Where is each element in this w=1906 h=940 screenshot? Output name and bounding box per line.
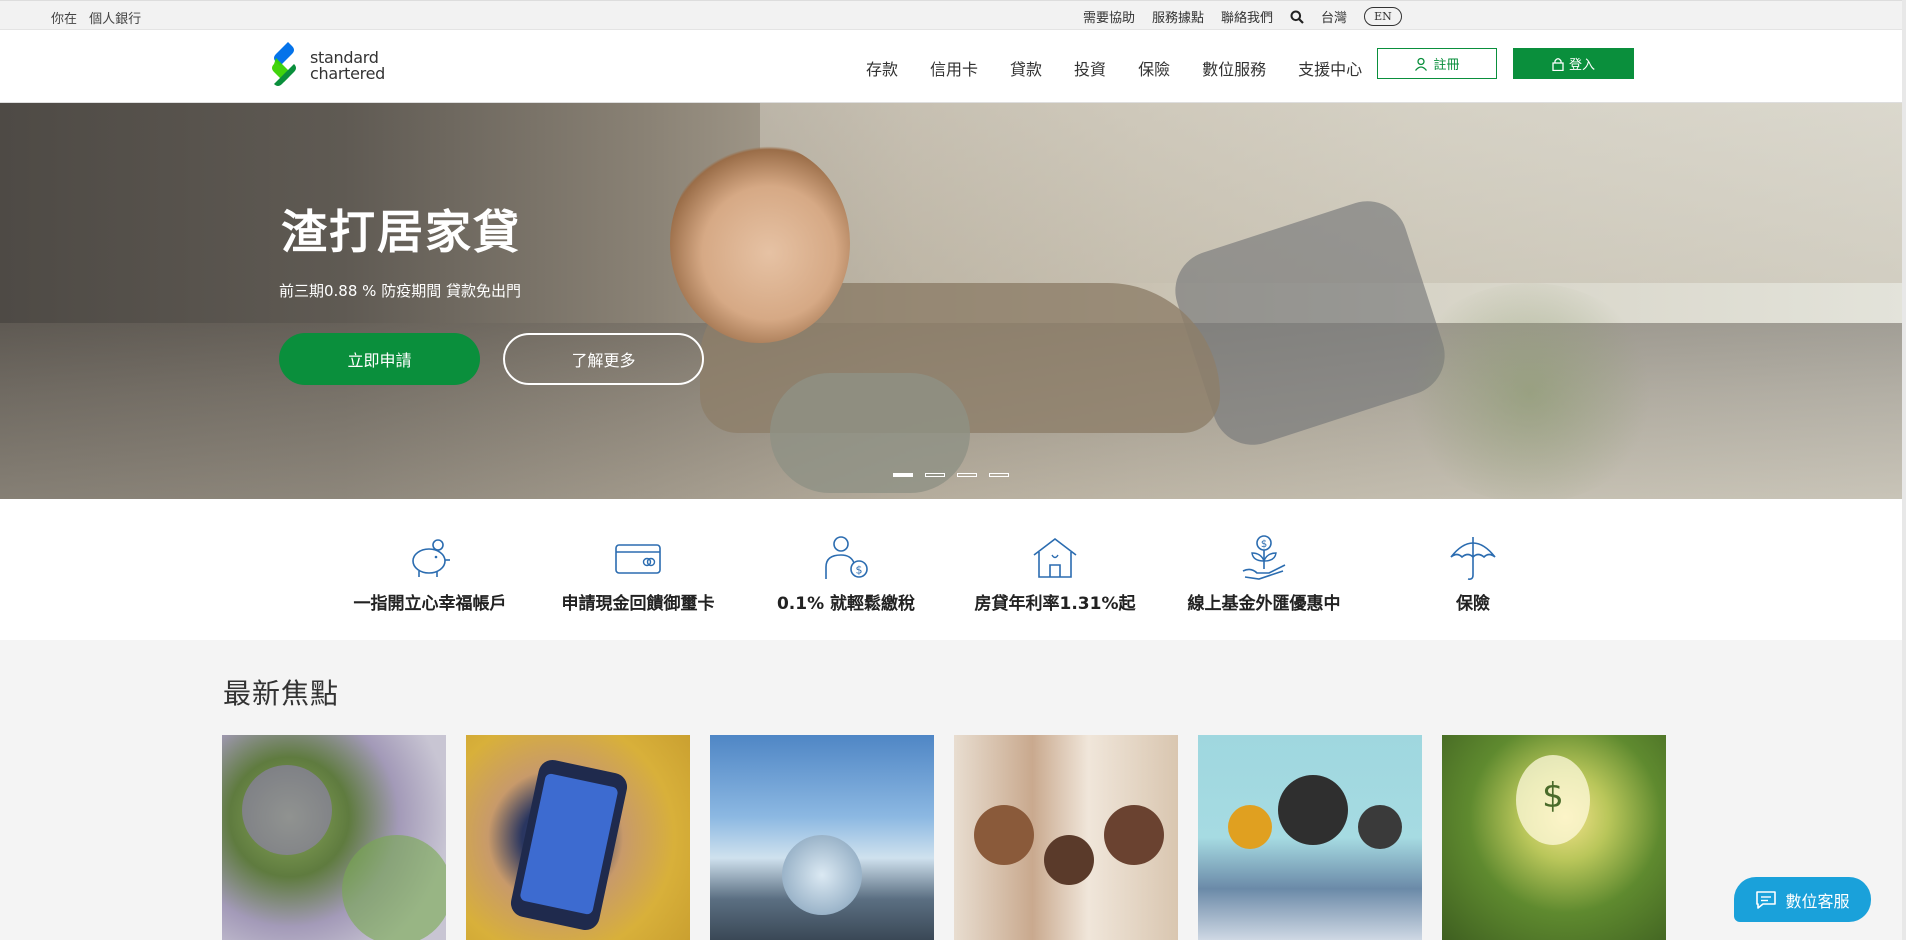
money-plant-icon: $ <box>1242 535 1286 580</box>
quick-link-mortgage-rate[interactable]: 房貸年利率1.31%起 <box>955 533 1155 614</box>
latest-focus-heading: 最新焦點 <box>223 677 340 710</box>
main-nav: 存款 信用卡 貸款 投資 保險 數位服務 支援中心 <box>866 56 1362 80</box>
scrollbar[interactable] <box>1902 0 1906 940</box>
card-image-flowers <box>242 765 332 855</box>
quick-link-label: 線上基金外匯優惠中 <box>1187 594 1341 614</box>
nav-item-deposits[interactable]: 存款 <box>866 56 898 80</box>
brand-logo[interactable]: standard chartered <box>268 40 385 92</box>
register-label: 註冊 <box>1433 58 1460 73</box>
breadcrumb-prefix: 你在 <box>51 12 78 27</box>
logo-wordmark: standard chartered <box>310 50 385 82</box>
focus-card-2[interactable] <box>466 735 690 940</box>
nav-item-insurance[interactable]: 保險 <box>1138 56 1170 80</box>
breadcrumb: 你在 個人銀行 <box>51 8 149 27</box>
locations-link[interactable]: 服務據點 <box>1152 7 1204 26</box>
quick-link-cashback-card[interactable]: 申請現金回饋御璽卡 <box>538 533 738 614</box>
logo-line-2: chartered <box>310 64 385 83</box>
carousel-dot-4[interactable] <box>989 473 1009 477</box>
svg-text:$: $ <box>856 564 863 577</box>
focus-card-5[interactable] <box>1198 735 1422 940</box>
nav-item-credit-cards[interactable]: 信用卡 <box>930 56 978 80</box>
quick-link-label: 保險 <box>1456 594 1490 614</box>
logo-mark-icon <box>272 42 296 86</box>
search-icon[interactable] <box>1290 10 1304 24</box>
piggy-bank-icon <box>412 539 450 577</box>
quick-link-happy-account[interactable]: 一指開立心幸福帳戶 <box>330 533 530 614</box>
card-image-woman-3 <box>1104 805 1164 865</box>
learn-more-button[interactable]: 了解更多 <box>503 333 704 385</box>
user-icon <box>1415 57 1428 71</box>
focus-card-3[interactable] <box>710 735 934 940</box>
carousel-dot-2[interactable] <box>925 473 945 477</box>
svg-text:$: $ <box>1261 539 1267 550</box>
card-image-man <box>1278 775 1348 845</box>
credit-card-icon <box>615 544 661 574</box>
nav-item-investment[interactable]: 投資 <box>1074 56 1106 80</box>
main-header: standard chartered 存款 信用卡 貸款 投資 保險 數位服務 … <box>0 30 1906 103</box>
card-image-worker-2 <box>1358 805 1402 849</box>
contact-link[interactable]: 聯絡我們 <box>1221 7 1273 26</box>
quick-link-label: 申請現金回饋御璽卡 <box>561 594 715 614</box>
card-image-glass-ball <box>782 835 862 915</box>
help-link[interactable]: 需要協助 <box>1083 7 1135 26</box>
quick-link-insurance[interactable]: 保險 <box>1373 533 1573 614</box>
person-dollar-icon: $ <box>825 536 868 579</box>
apply-now-button[interactable]: 立即申請 <box>279 333 480 385</box>
carousel-dot-3[interactable] <box>957 473 977 477</box>
quick-link-tax-payment[interactable]: $ 0.1% 就輕鬆繳稅 <box>746 533 946 614</box>
card-image-worker-1 <box>1228 805 1272 849</box>
carousel-indicators <box>893 473 1009 477</box>
nav-item-digital-services[interactable]: 數位服務 <box>1202 56 1266 80</box>
hero-title: 渣打居家貸 <box>281 205 521 259</box>
utility-links: 需要協助 服務據點 聯絡我們 台灣 EN <box>1083 7 1402 26</box>
umbrella-icon <box>1450 537 1496 580</box>
register-button[interactable]: 註冊 <box>1377 48 1497 79</box>
login-button[interactable]: 登入 <box>1513 48 1634 79</box>
quick-link-label: 0.1% 就輕鬆繳稅 <box>776 594 916 614</box>
nav-item-support[interactable]: 支援中心 <box>1298 56 1362 80</box>
breadcrumb-current[interactable]: 個人銀行 <box>89 12 141 27</box>
focus-card-6[interactable]: $ <box>1442 735 1666 940</box>
quick-link-label: 房貸年利率1.31%起 <box>974 594 1136 614</box>
card-image-woman-1 <box>974 805 1034 865</box>
svg-text:$: $ <box>1542 776 1564 815</box>
region-link[interactable]: 台灣 <box>1321 7 1347 26</box>
hero-banner: 渣打居家貸 前三期0.88 % 防疫期間 貸款免出門 立即申請 了解更多 <box>0 103 1906 499</box>
hero-image-face <box>670 143 850 343</box>
focus-card-4[interactable] <box>954 735 1178 940</box>
quick-link-label: 一指開立心幸福帳戶 <box>353 594 507 614</box>
language-toggle[interactable]: EN <box>1364 7 1402 26</box>
quick-link-fund-fx[interactable]: $ 線上基金外匯優惠中 <box>1164 533 1364 614</box>
hero-subtitle: 前三期0.88 % 防疫期間 貸款免出門 <box>279 282 521 300</box>
digital-service-chat-button[interactable]: 數位客服 <box>1734 877 1871 922</box>
lock-icon <box>1552 57 1564 71</box>
focus-card-1[interactable] <box>222 735 446 940</box>
dollar-icon: $ <box>1542 776 1564 815</box>
card-image-woman-2 <box>1044 835 1094 885</box>
login-label: 登入 <box>1568 58 1595 73</box>
nav-item-loans[interactable]: 貸款 <box>1010 56 1042 80</box>
utility-bar: 你在 個人銀行 需要協助 服務據點 聯絡我們 台灣 EN <box>0 0 1906 30</box>
house-icon <box>1033 537 1077 578</box>
quick-links: 一指開立心幸福帳戶 申請現金回饋御璽卡 $ 0.1% 就輕鬆繳稅 房貸年利率1.… <box>0 499 1906 640</box>
chat-label: 數位客服 <box>1785 891 1850 911</box>
carousel-dot-1[interactable] <box>893 473 913 477</box>
hero-image-plant <box>1400 283 1660 499</box>
card-image-leaves <box>342 835 446 940</box>
chat-bubble-icon <box>1756 890 1777 909</box>
